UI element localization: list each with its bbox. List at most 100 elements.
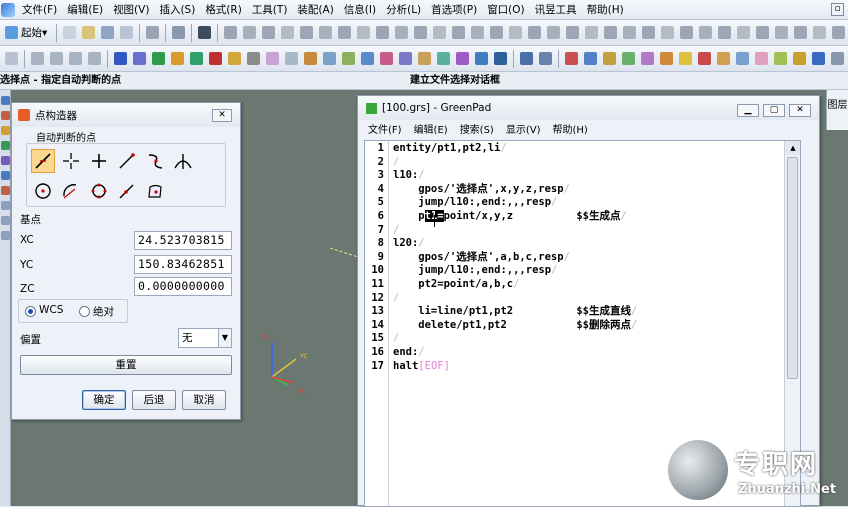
inferred-point-icon[interactable] <box>31 149 55 173</box>
model-tool-2-icon[interactable] <box>243 26 257 39</box>
resource-tab-icon[interactable] <box>1 141 10 150</box>
pocket-tool-icon[interactable] <box>304 52 317 65</box>
resource-tab-icon[interactable] <box>1 216 10 225</box>
new-file-icon[interactable] <box>63 26 77 39</box>
model-tool-9-icon[interactable] <box>376 26 390 39</box>
zc-field[interactable]: 0.0000000000 <box>134 277 232 296</box>
curve-tool-icon[interactable] <box>114 52 127 65</box>
ok-button[interactable]: 确定 <box>82 390 126 410</box>
print-icon[interactable] <box>198 26 212 39</box>
feature-2-icon[interactable] <box>50 52 63 65</box>
model-tool-3-icon[interactable] <box>262 26 276 39</box>
render-style-icon[interactable] <box>539 52 552 65</box>
scroll-thumb[interactable] <box>787 157 798 379</box>
menu-tools[interactable]: 工具(T) <box>247 2 293 17</box>
pad-tool-icon[interactable] <box>323 52 336 65</box>
sketch-tool-icon[interactable] <box>133 52 146 65</box>
gp-menu-help[interactable]: 帮助(H) <box>547 121 594 136</box>
model-tool-19-icon[interactable] <box>566 26 580 39</box>
resource-tab-icon[interactable] <box>1 231 10 240</box>
model-tool-15-icon[interactable] <box>490 26 504 39</box>
boss-tool-icon[interactable] <box>285 52 298 65</box>
gp-menu-edit[interactable]: 编辑(E) <box>408 121 454 136</box>
subtract-tool-icon[interactable] <box>399 52 412 65</box>
model-tool-17-icon[interactable] <box>528 26 542 39</box>
resource-tab-icon[interactable] <box>1 96 10 105</box>
groove-tool-icon[interactable] <box>361 52 374 65</box>
layer-tool-icon[interactable] <box>5 52 18 65</box>
menu-file[interactable]: 文件(F) <box>17 2 62 17</box>
model-tool-5-icon[interactable] <box>300 26 314 39</box>
model-tool-12-icon[interactable] <box>433 26 447 39</box>
extrude-tool-icon[interactable] <box>152 52 165 65</box>
model-tool-27-icon[interactable] <box>718 26 732 39</box>
scroll-up-icon[interactable]: ▲ <box>785 141 800 155</box>
save-icon[interactable] <box>101 26 115 39</box>
snap-tool-icon[interactable] <box>812 52 825 65</box>
resource-tab-icon[interactable] <box>1 111 10 120</box>
model-tool-8-icon[interactable] <box>357 26 371 39</box>
save-as-icon[interactable] <box>120 26 134 39</box>
resource-tab-icon[interactable] <box>1 186 10 195</box>
dialog-close-button[interactable]: ✕ <box>212 109 232 122</box>
model-tool-22-icon[interactable] <box>623 26 637 39</box>
point-on-surface-icon[interactable] <box>143 179 167 203</box>
offset-select[interactable]: 无 ▼ <box>178 328 232 348</box>
model-tool-26-icon[interactable] <box>699 26 713 39</box>
model-tool-10-icon[interactable] <box>395 26 409 39</box>
undo-icon[interactable] <box>172 26 186 39</box>
pen-tool-icon[interactable] <box>774 52 787 65</box>
gp-menu-file[interactable]: 文件(F) <box>362 121 408 136</box>
analysis-1-icon[interactable] <box>565 52 578 65</box>
model-tool-6-icon[interactable] <box>319 26 333 39</box>
model-tool-13-icon[interactable] <box>452 26 466 39</box>
point-on-curve-icon[interactable] <box>115 179 139 203</box>
menu-format[interactable]: 格式(R) <box>200 2 247 17</box>
model-tool-24-icon[interactable] <box>661 26 675 39</box>
menu-insert[interactable]: 插入(S) <box>154 2 200 17</box>
hole-tool-icon[interactable] <box>266 52 279 65</box>
model-tool-4-icon[interactable] <box>281 26 295 39</box>
model-tool-31-icon[interactable] <box>794 26 808 39</box>
wcs-radio[interactable] <box>25 306 36 317</box>
model-tool-1-icon[interactable] <box>224 26 238 39</box>
xc-field[interactable]: 24.523703815 <box>134 231 232 250</box>
feature-1-icon[interactable] <box>31 52 44 65</box>
resource-tab-icon[interactable] <box>1 156 10 165</box>
reset-button[interactable]: 重置 <box>20 355 232 375</box>
analysis-4-icon[interactable] <box>622 52 635 65</box>
blend-tool-icon[interactable] <box>437 52 450 65</box>
slot-tool-icon[interactable] <box>342 52 355 65</box>
model-tool-20-icon[interactable] <box>585 26 599 39</box>
analysis-6-icon[interactable] <box>660 52 673 65</box>
gp-menu-search[interactable]: 搜索(S) <box>454 121 500 136</box>
model-tool-21-icon[interactable] <box>604 26 618 39</box>
cursor-location-icon[interactable] <box>59 149 83 173</box>
analysis-5-icon[interactable] <box>641 52 654 65</box>
analysis-3-icon[interactable] <box>603 52 616 65</box>
display-mode-icon[interactable] <box>520 52 533 65</box>
resource-tab-icon[interactable] <box>1 201 10 210</box>
model-tool-11-icon[interactable] <box>414 26 428 39</box>
dialog-titlebar[interactable]: 点构造器 <box>12 103 240 127</box>
yc-field[interactable]: 150.83462851 <box>134 255 232 274</box>
delete-icon[interactable] <box>146 26 160 39</box>
cancel-button[interactable]: 取消 <box>182 390 226 410</box>
chamfer-tool-icon[interactable] <box>456 52 469 65</box>
menu-help[interactable]: 帮助(H) <box>582 2 629 17</box>
menu-edit[interactable]: 编辑(E) <box>62 2 108 17</box>
more-tools-icon[interactable] <box>831 52 844 65</box>
maximize-button[interactable]: ▢ <box>763 104 785 117</box>
analysis-10-icon[interactable] <box>736 52 749 65</box>
resource-tab-icon[interactable] <box>1 171 10 180</box>
arc-center-icon[interactable] <box>31 179 55 203</box>
block-tool-icon[interactable] <box>190 52 203 65</box>
chevron-down-icon[interactable]: ▼ <box>218 329 231 347</box>
model-tool-33-icon[interactable] <box>832 26 846 39</box>
analysis-9-icon[interactable] <box>717 52 730 65</box>
analysis-2-icon[interactable] <box>584 52 597 65</box>
minimize-button[interactable]: ▁ <box>737 104 759 117</box>
shell-tool-icon[interactable] <box>475 52 488 65</box>
model-tool-14-icon[interactable] <box>471 26 485 39</box>
cone-tool-icon[interactable] <box>228 52 241 65</box>
